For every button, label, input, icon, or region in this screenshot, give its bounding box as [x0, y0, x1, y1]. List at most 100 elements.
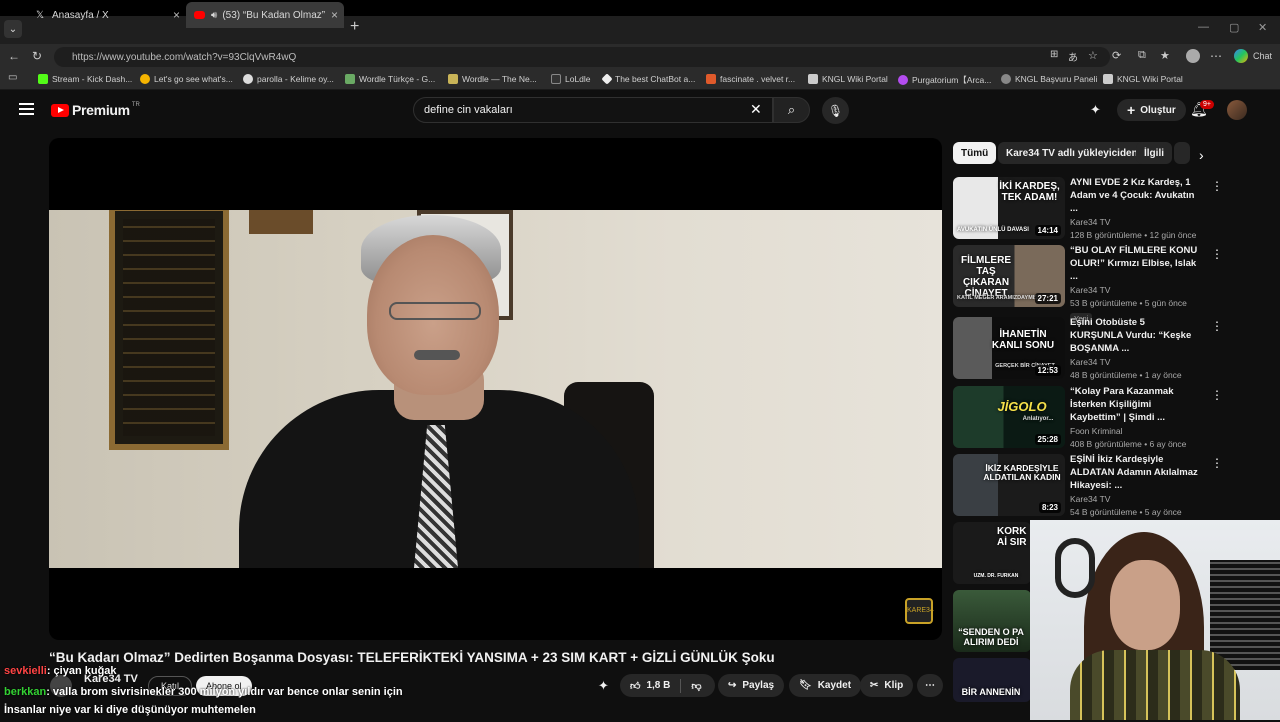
bookmark[interactable]: Wordle Türkçe - G...	[345, 74, 435, 84]
bookmark[interactable]: The best ChatBot a...	[601, 73, 695, 85]
bookmark[interactable]: parolla - Kelime oy...	[243, 74, 334, 84]
premium-gem-icon[interactable]: ✦	[598, 678, 609, 694]
video-thumbnail[interactable]: İHANETİN KANLI SONU GERÇEK BİR CİNAYET 1…	[953, 317, 1065, 379]
minimize-icon[interactable]: —	[1198, 21, 1209, 33]
more-icon[interactable]: ⋯	[1210, 49, 1222, 63]
related-channel[interactable]: Kare34 TV	[1070, 217, 1200, 227]
more-vert-icon[interactable]: ⋮	[1211, 388, 1223, 402]
related-video[interactable]: FİLMLERE TAŞ ÇIKARAN CİNAYET KATİL MEĞER…	[953, 245, 1273, 325]
video-thumbnail[interactable]: “SENDEN O PA ALIRIM DEDİ	[953, 590, 1031, 652]
save-button[interactable]: 🔖︎ Kaydet	[789, 674, 862, 697]
hamburger-menu-icon[interactable]	[19, 103, 34, 115]
tab-x[interactable]: 𝕏 Anasayfa / X ×	[26, 2, 186, 28]
split-icon[interactable]: ⧉	[1138, 49, 1146, 62]
bookmark[interactable]: KNGL Başvuru Paneli	[1001, 74, 1097, 84]
related-meta: 48 B görüntüleme • 1 ay önce	[1070, 370, 1182, 381]
related-channel[interactable]: Kare34 TV	[1070, 494, 1200, 504]
bookmark[interactable]: KNGL Wiki Portal	[1103, 74, 1183, 84]
close-icon[interactable]: ×	[331, 8, 338, 22]
create-button[interactable]: + Oluştur	[1117, 99, 1186, 121]
related-video[interactable]: İHANETİN KANLI SONU GERÇEK BİR CİNAYET 1…	[953, 317, 1273, 381]
translate-icon[interactable]: あ	[1068, 49, 1078, 64]
speaker-icon[interactable]: 🔊︎	[211, 10, 217, 21]
related-channel[interactable]: Kare34 TV	[1070, 357, 1200, 367]
favorites-icon[interactable]: ★	[1160, 49, 1170, 62]
related-video[interactable]: İKİZ KARDEŞİYLE ALDATILAN KADIN 8:23 EŞİ…	[953, 454, 1273, 518]
voice-search-button[interactable]: 🎙︎	[822, 97, 849, 124]
extensions-icon[interactable]: ⟳	[1112, 49, 1121, 62]
apps-icon[interactable]: ⊞	[1050, 49, 1058, 60]
chip-all[interactable]: Tümü	[953, 142, 997, 164]
emoji-icon	[140, 74, 150, 84]
profile-icon[interactable]	[1186, 49, 1200, 63]
bookmark[interactable]: Purgatorium【Arca...	[898, 74, 991, 86]
youtube-logo[interactable]: Premium TR	[51, 102, 140, 118]
related-channel[interactable]: Foon Kriminal	[1070, 426, 1200, 436]
favorite-icon[interactable]: ☆	[1088, 49, 1098, 62]
related-title[interactable]: “BU OLAY FİLMLERE KONU OLUR!” Kırmızı El…	[1070, 245, 1200, 283]
channel-watermark[interactable]: KARE34	[905, 598, 934, 624]
chat-text: İnsanlar niye var ki diye düşünüyor muht…	[4, 704, 256, 716]
refresh-icon[interactable]: ↻	[32, 49, 42, 63]
bookmark-label: LoLdle	[565, 74, 591, 84]
tab-youtube[interactable]: 🔊︎ (53) “Bu Kadan Olmaz” Dedirt ×	[186, 2, 344, 28]
video-thumbnail[interactable]: BİR ANNENİN	[953, 658, 1031, 702]
related-title[interactable]: Eşini Otobüste 5 KURŞUNLA Vurdu: “Keşke …	[1070, 317, 1200, 355]
more-vert-icon[interactable]: ⋮	[1211, 456, 1223, 470]
maximize-icon[interactable]: ▢	[1229, 21, 1239, 34]
chevron-right-icon[interactable]: ›	[1199, 147, 1204, 163]
bookmark[interactable]: Wordle — The Ne...	[448, 74, 537, 84]
clear-search-icon[interactable]: ✕	[750, 101, 762, 118]
share-button[interactable]: ↪ Paylaş	[718, 674, 785, 697]
video-thumbnail[interactable]: JİGOLO Anlatıyor... 25:28	[953, 386, 1065, 448]
like-icon[interactable]: 👍︎	[630, 680, 640, 692]
speaker-glasses	[389, 302, 481, 320]
related-video[interactable]: JİGOLO Anlatıyor... 25:28 “Kolay Para Ka…	[953, 386, 1273, 450]
scissors-icon: ✂	[870, 680, 879, 691]
duration-badge: 12:53	[1034, 365, 1061, 376]
chat-user: sevkielli	[4, 665, 47, 677]
related-title[interactable]: AYNI EVDE 2 Kız Kardeş, 1 Adam ve 4 Çocu…	[1070, 177, 1200, 215]
window-close-icon[interactable]: ✕	[1258, 21, 1267, 34]
chip-partial[interactable]	[1174, 142, 1190, 164]
bookmark[interactable]: Let's go see what's...	[140, 74, 233, 84]
premium-gem-icon[interactable]: ✦	[1090, 102, 1101, 118]
related-video[interactable]: İKİ KARDEŞ, TEK ADAM! AVUKATIN ÜNLÜ DAVA…	[953, 177, 1273, 241]
chat-label[interactable]: Chat	[1253, 51, 1272, 61]
copilot-icon[interactable]	[1234, 49, 1248, 63]
clip-button[interactable]: ✂ Klip	[860, 674, 914, 697]
tab-list-icon[interactable]: ⌄	[4, 20, 22, 38]
video-thumbnail[interactable]: KORK Aİ SIR UZM. DR. FURKAN	[953, 522, 1031, 584]
close-icon[interactable]: ×	[173, 8, 180, 22]
more-vert-icon[interactable]: ⋮	[1211, 319, 1223, 333]
related-title[interactable]: EŞİNİ İkiz Kardeşiyle ALDATAN Adamın Akı…	[1070, 454, 1200, 492]
bookmark[interactable]: LoLdle	[551, 74, 591, 84]
video-frame[interactable]	[49, 210, 942, 568]
chip-related[interactable]: İlgili	[1136, 142, 1172, 164]
sidebar-toggle-icon[interactable]: ▭	[8, 72, 17, 83]
more-vert-icon[interactable]: ⋮	[1211, 179, 1223, 193]
search-input[interactable]: define cin vakaları	[413, 97, 773, 123]
more-vert-icon[interactable]: ⋮	[1211, 247, 1223, 261]
create-label: Oluştur	[1140, 104, 1176, 116]
more-actions-button[interactable]: ⋯	[917, 674, 943, 697]
video-thumbnail[interactable]: İKİZ KARDEŞİYLE ALDATILAN KADIN 8:23	[953, 454, 1065, 516]
bookmark-label: Wordle — The Ne...	[462, 74, 537, 84]
chatbot-icon	[601, 73, 613, 85]
video-thumbnail[interactable]: İKİ KARDEŞ, TEK ADAM! AVUKATIN ÜNLÜ DAVA…	[953, 177, 1065, 239]
bookmark[interactable]: fascinate . velvet r...	[706, 74, 795, 84]
url-field[interactable]: https://www.youtube.com/watch?v=93ClqVwR…	[54, 47, 1110, 67]
bookmark[interactable]: KNGL Wiki Portal	[808, 74, 888, 84]
related-title[interactable]: “Kolay Para Kazanmak İsterken Kişiliğimi…	[1070, 386, 1200, 424]
back-icon[interactable]: ←	[8, 49, 20, 63]
search-button[interactable]: ⌕	[773, 97, 810, 123]
like-count[interactable]: 1,8 B	[646, 680, 670, 691]
bookmark[interactable]: Stream - Kick Dash...	[38, 74, 132, 84]
new-tab-icon[interactable]: +	[350, 18, 359, 36]
video-thumbnail[interactable]: FİLMLERE TAŞ ÇIKARAN CİNAYET KATİL MEĞER…	[953, 245, 1065, 307]
dislike-icon[interactable]: 👎︎	[691, 680, 701, 692]
related-channel[interactable]: Kare34 TV	[1070, 285, 1200, 295]
chip-uploader[interactable]: Kare34 TV adlı yükleyiciden	[998, 142, 1146, 164]
account-avatar[interactable]	[1227, 100, 1247, 120]
video-title: “Bu Kadarı Olmaz” Dedirten Boşanma Dosya…	[49, 650, 775, 665]
